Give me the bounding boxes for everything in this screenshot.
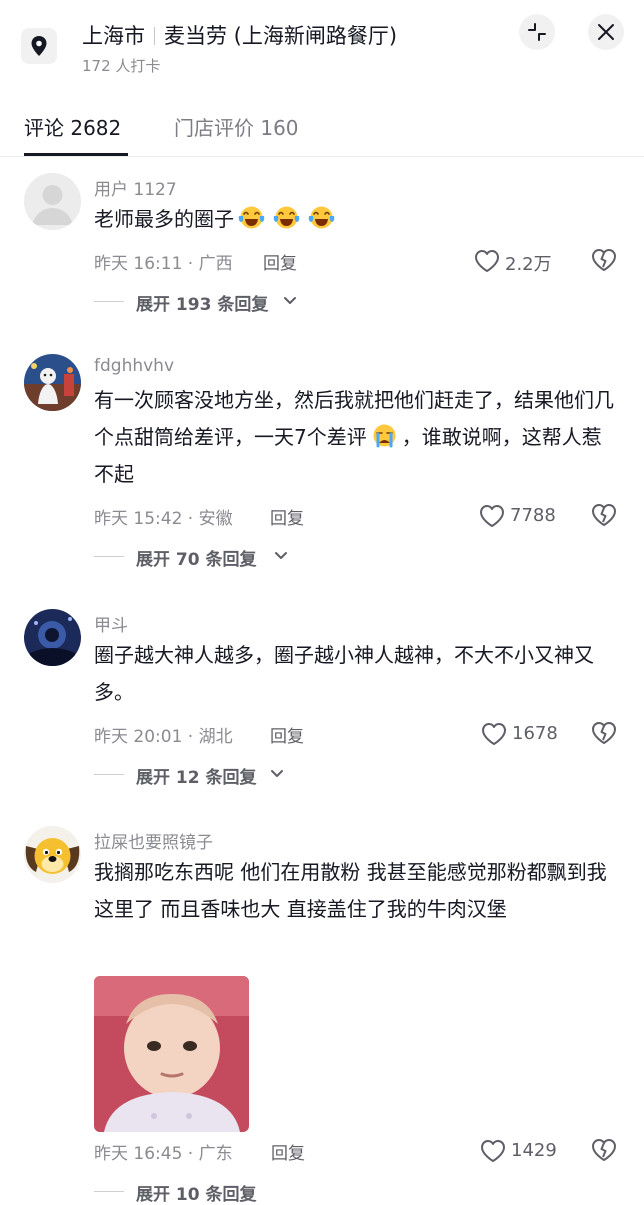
expand-replies-label: 展开 10 条回复	[136, 1185, 257, 1205]
collapse-icon	[528, 23, 546, 41]
comment-text: 圈子越大神人越多，圈子越小神人越神，不大不小又神又多。	[94, 643, 594, 704]
comment-text-body: 老师最多的圈子	[94, 207, 234, 231]
comment-text: 我搁那吃东西呢 他们在用散粉 我甚至能感觉那粉都飘到我这里了 而且香味也大 直接…	[94, 860, 607, 921]
expand-replies-button[interactable]: 展开 12 条回复	[94, 763, 304, 788]
comment-username[interactable]: 拉屎也要照镜子	[94, 828, 213, 853]
close-button[interactable]	[588, 14, 624, 50]
heart-icon	[482, 723, 506, 745]
avatar[interactable]	[24, 354, 81, 411]
avatar[interactable]	[24, 826, 81, 883]
like-button[interactable]: 1678	[481, 721, 571, 747]
tab-comments[interactable]: 评论 2682	[24, 112, 121, 141]
comment-username[interactable]: fdghhvhv	[94, 356, 174, 376]
tab-store-reviews[interactable]: 门店评价 160	[174, 112, 299, 141]
expand-replies-button[interactable]: 展开 10 条回复	[94, 1180, 304, 1205]
collapse-button[interactable]	[519, 14, 555, 50]
expand-replies-button[interactable]: 展开 193 条回复	[94, 290, 314, 315]
like-count: 2.2万	[505, 254, 552, 275]
expand-divider	[94, 1191, 124, 1192]
dislike-button[interactable]	[591, 721, 617, 747]
like-count: 7788	[510, 505, 556, 526]
tab-bar: 评论 2682 门店评价 160	[0, 92, 644, 157]
dislike-button[interactable]	[591, 503, 617, 529]
header: 上海市 麦当劳 (上海新闸路餐厅) 172 人打卡	[0, 0, 644, 92]
comment-meta: 昨天 16:45 · 广东	[94, 1144, 233, 1164]
dislike-button[interactable]	[591, 1138, 617, 1164]
reply-button[interactable]: 回复	[263, 249, 297, 274]
heart-icon	[475, 250, 499, 272]
expand-replies-label: 展开 70 条回复	[136, 550, 257, 570]
city-name: 上海市	[82, 24, 145, 48]
broken-heart-icon	[592, 1139, 616, 1161]
location-pin-icon	[21, 28, 57, 64]
laugh-cry-emoji-icon	[273, 206, 300, 229]
expand-replies-label: 展开 12 条回复	[136, 768, 257, 788]
comment-meta: 昨天 20:01 · 湖北	[94, 727, 233, 747]
store-title[interactable]: 上海市 麦当劳 (上海新闸路餐厅)	[82, 20, 397, 50]
close-icon	[598, 24, 614, 40]
laugh-cry-emoji-icon	[308, 206, 335, 229]
reply-button[interactable]: 回复	[270, 722, 304, 747]
store-name: 麦当劳 (上海新闸路餐厅)	[164, 24, 398, 48]
expand-replies-label: 展开 193 条回复	[136, 295, 269, 315]
expand-divider	[94, 556, 124, 557]
heart-icon	[481, 1140, 505, 1162]
expand-replies-button[interactable]: 展开 70 条回复	[94, 545, 304, 570]
dislike-button[interactable]	[591, 248, 617, 274]
like-count: 1429	[511, 1140, 557, 1161]
comment-text: 有一次顾客没地方坐，然后我就把他们赶走了，结果他们几个点甜筒给差评，一天7个差评…	[94, 382, 620, 493]
chevron-down-icon	[284, 297, 296, 304]
broken-heart-icon	[592, 249, 616, 271]
comment-username[interactable]: 甲斗	[94, 611, 128, 636]
like-button[interactable]: 2.2万	[474, 248, 564, 275]
active-tab-indicator	[24, 153, 128, 156]
heart-icon	[480, 505, 504, 527]
checkin-count: 172 人打卡	[82, 57, 161, 75]
reply-button[interactable]: 回复	[271, 1139, 305, 1164]
laugh-cry-emoji-icon	[238, 206, 265, 229]
reply-button[interactable]: 回复	[270, 504, 304, 529]
crying-emoji-icon	[373, 424, 396, 448]
broken-heart-icon	[592, 504, 616, 526]
title-divider	[154, 27, 155, 45]
comment-username[interactable]: 用户 1127	[94, 175, 177, 200]
comment-text: 老师最多的圈子	[94, 201, 620, 238]
comment-meta: 昨天 16:11 · 广西	[94, 254, 233, 274]
avatar[interactable]	[24, 609, 81, 666]
like-button[interactable]: 1429	[480, 1138, 570, 1164]
expand-divider	[94, 774, 124, 775]
comment-meta: 昨天 15:42 · 安徽	[94, 509, 233, 529]
like-count: 1678	[512, 723, 558, 744]
avatar[interactable]	[24, 173, 81, 230]
chevron-down-icon	[275, 552, 287, 559]
comment-photo[interactable]	[94, 976, 249, 1132]
broken-heart-icon	[592, 722, 616, 744]
expand-divider	[94, 301, 124, 302]
chevron-down-icon	[271, 770, 283, 777]
like-button[interactable]: 7788	[479, 503, 569, 529]
